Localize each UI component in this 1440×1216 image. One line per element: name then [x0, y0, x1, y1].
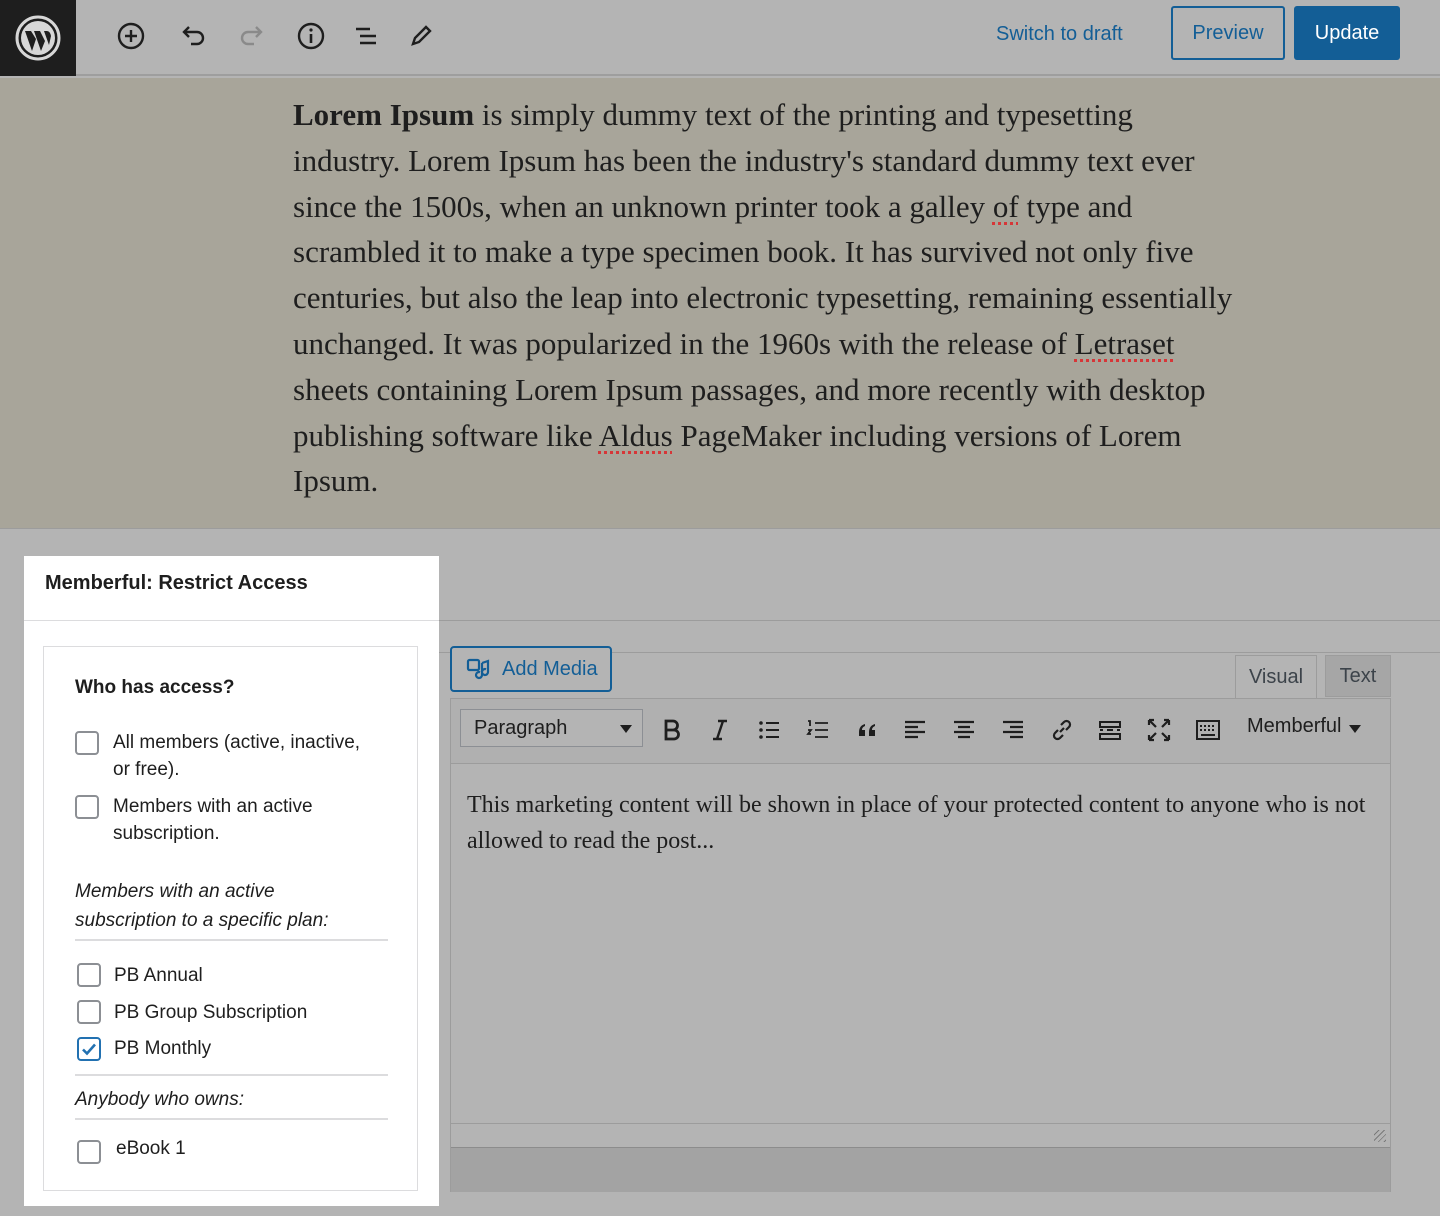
who-has-access-heading: Who has access?: [75, 677, 235, 698]
resize-handle-icon[interactable]: [1374, 1130, 1386, 1142]
divider: [24, 620, 439, 621]
format-select[interactable]: Paragraph: [460, 709, 643, 747]
classic-editor: Paragraph Memberful This marketing conte…: [450, 698, 1391, 1192]
fullscreen-icon[interactable]: [1142, 713, 1176, 747]
active-members-checkbox[interactable]: [75, 795, 99, 819]
editor-footer: [451, 1147, 1390, 1192]
add-media-button[interactable]: Add Media: [450, 646, 612, 692]
memberful-dropdown[interactable]: Memberful: [1247, 715, 1362, 738]
toolbar-toggle-icon[interactable]: [1191, 713, 1225, 747]
all-members-checkbox[interactable]: [75, 731, 99, 755]
update-button[interactable]: Update: [1294, 6, 1400, 60]
misspelled-word: Aldus: [598, 417, 673, 453]
product-ebook-1-label[interactable]: eBook 1: [116, 1135, 186, 1162]
misspelled-word: Letraset: [1074, 325, 1175, 361]
list-view-icon[interactable]: [344, 14, 388, 58]
tab-visual[interactable]: Visual: [1235, 655, 1317, 699]
add-block-icon[interactable]: [109, 14, 153, 58]
editor-top-toolbar: Switch to draft Preview Update: [0, 0, 1440, 76]
link-icon[interactable]: [1045, 713, 1079, 747]
divider: [75, 1074, 388, 1076]
chevron-down-icon: [620, 725, 632, 733]
all-members-label[interactable]: All members (active, inactive, or free).: [113, 729, 360, 783]
bold-lead: Lorem Ipsum: [293, 97, 475, 132]
plan-pb-monthly-checkbox[interactable]: [77, 1037, 101, 1061]
blockquote-icon[interactable]: [850, 713, 884, 747]
editor-status-bar: [451, 1123, 1390, 1148]
read-more-icon[interactable]: [1093, 713, 1127, 747]
switch-to-draft-link[interactable]: Switch to draft: [996, 22, 1123, 46]
wordpress-logo-icon[interactable]: [0, 0, 76, 76]
align-right-icon[interactable]: [996, 713, 1030, 747]
tab-text[interactable]: Text: [1325, 655, 1391, 697]
bold-icon[interactable]: [655, 713, 689, 747]
align-center-icon[interactable]: [947, 713, 981, 747]
add-media-icon: [466, 658, 490, 680]
marketing-content-text[interactable]: This marketing content will be shown in …: [467, 787, 1367, 859]
anybody-who-owns-heading: Anybody who owns:: [75, 1089, 244, 1110]
plan-pb-annual-checkbox[interactable]: [77, 963, 101, 987]
formatting-toolbar: Paragraph Memberful: [451, 699, 1390, 764]
specific-plan-heading: Members with an active subscription to a …: [75, 881, 329, 931]
divider: [75, 939, 388, 941]
plan-pb-monthly-label[interactable]: PB Monthly: [114, 1035, 211, 1062]
add-media-label: Add Media: [502, 657, 598, 680]
memberful-dropdown-label: Memberful: [1247, 715, 1342, 737]
plan-pb-group-subscription-label[interactable]: PB Group Subscription: [114, 999, 307, 1026]
access-options-box: Who has access? All members (active, ina…: [43, 646, 418, 1191]
product-ebook-1-checkbox[interactable]: [77, 1140, 101, 1164]
info-icon[interactable]: [289, 14, 333, 58]
format-select-value: Paragraph: [474, 717, 568, 739]
misspelled-word: of: [992, 188, 1019, 224]
undo-icon[interactable]: [170, 14, 214, 58]
edit-icon[interactable]: [399, 14, 443, 58]
redo-icon[interactable]: [231, 14, 275, 58]
checkmark-icon: [82, 1043, 96, 1056]
divider: [75, 1118, 388, 1120]
bulleted-list-icon[interactable]: [752, 713, 786, 747]
preview-button[interactable]: Preview: [1171, 6, 1285, 60]
active-members-label[interactable]: Members with an active subscription.: [113, 793, 313, 847]
paragraph-block[interactable]: Lorem Ipsum is simply dummy text of the …: [293, 92, 1233, 504]
chevron-down-icon: [1349, 724, 1362, 733]
align-left-icon[interactable]: [898, 713, 932, 747]
plan-pb-group-subscription-checkbox[interactable]: [77, 1000, 101, 1024]
panel-title[interactable]: Memberful: Restrict Access: [45, 572, 308, 595]
plan-pb-annual-label[interactable]: PB Annual: [114, 962, 203, 989]
numbered-list-icon[interactable]: [801, 713, 835, 747]
italic-icon[interactable]: [703, 713, 737, 747]
memberful-restrict-access-panel: Memberful: Restrict Access Who has acces…: [24, 556, 439, 1206]
post-content-block[interactable]: Lorem Ipsum is simply dummy text of the …: [0, 78, 1440, 529]
divider: [439, 620, 1440, 621]
